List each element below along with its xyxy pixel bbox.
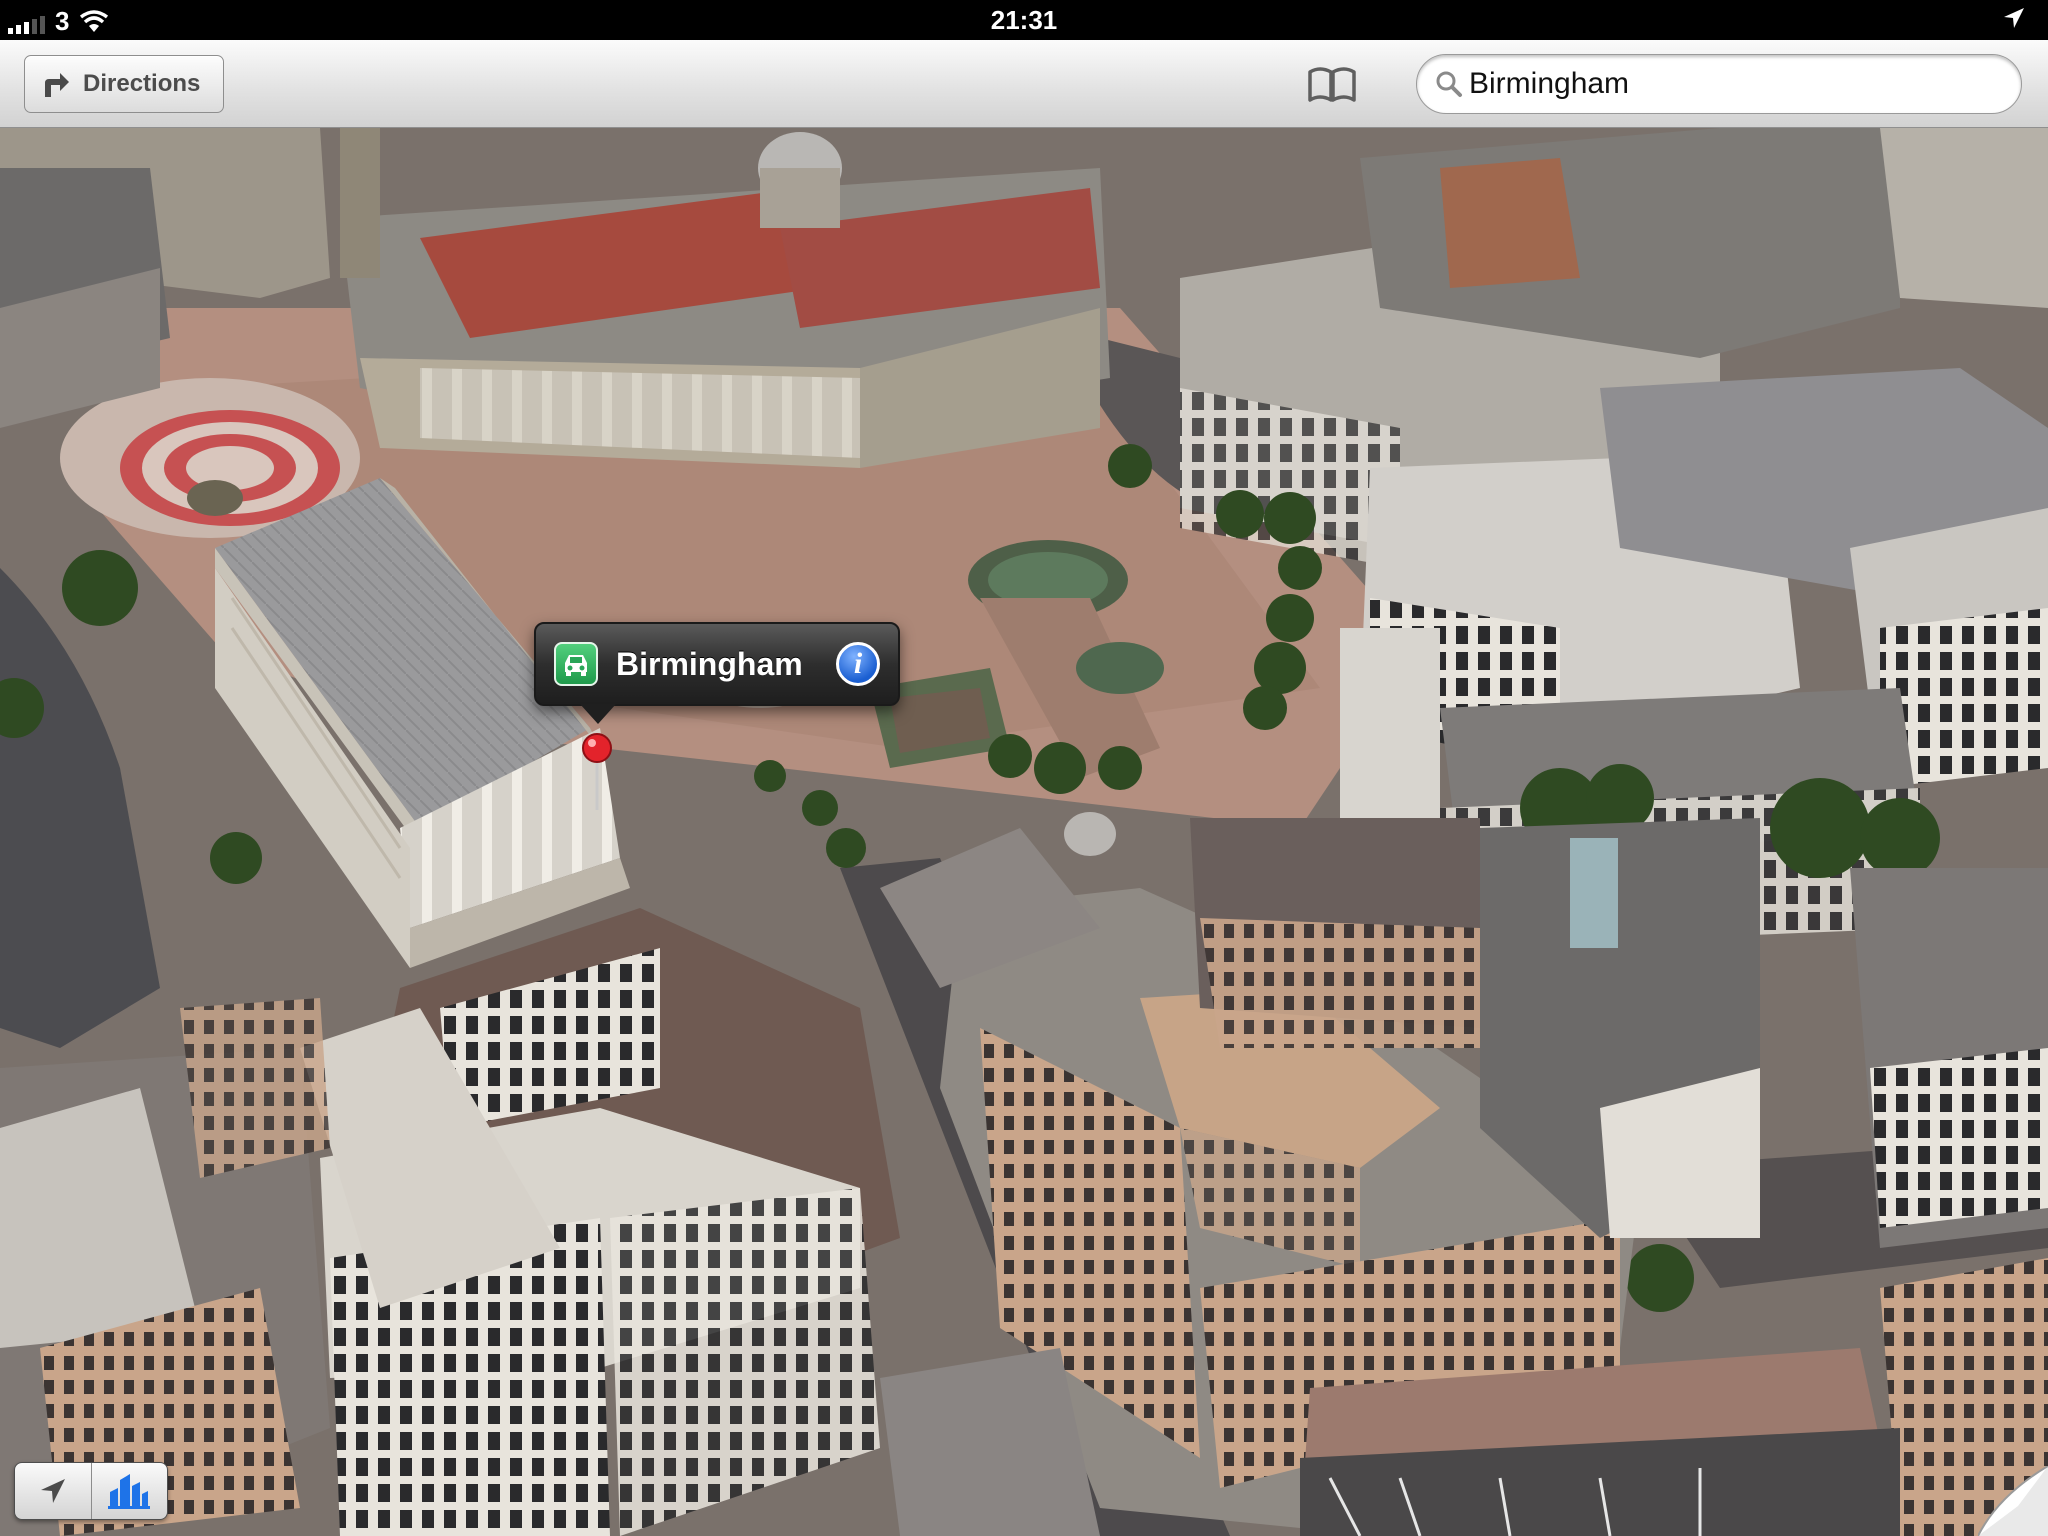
location-arrow-icon [40, 1479, 65, 1503]
directions-label: Directions [83, 70, 201, 97]
location-arrow-icon [2004, 8, 2024, 28]
map-mode-control [14, 1462, 168, 1520]
book-icon[interactable] [1306, 64, 1358, 104]
3d-view-button[interactable] [90, 1463, 168, 1519]
status-time: 21:31 [990, 5, 1058, 35]
map-view[interactable]: Birmingham i [0, 128, 2048, 1536]
directions-button[interactable]: Directions [24, 55, 224, 113]
magnifier-icon [1436, 71, 1462, 97]
status-right [2002, 6, 2026, 37]
callout-title: Birmingham [616, 645, 803, 682]
buildings-3d-icon [108, 1474, 151, 1509]
map-3d-flyover[interactable] [0, 128, 2048, 1536]
turn-arrow-icon [45, 73, 69, 97]
car-icon[interactable] [554, 642, 598, 686]
search-field[interactable] [1416, 54, 2022, 114]
page-curl-icon[interactable] [1978, 1466, 2048, 1536]
info-icon[interactable]: i [836, 642, 880, 686]
track-location-button[interactable] [15, 1463, 91, 1519]
status-bar: 3 21:31 [0, 0, 2048, 40]
map-pin-icon[interactable] [578, 732, 616, 812]
toolbar: Directions [0, 40, 2048, 128]
search-input[interactable] [1469, 67, 1989, 101]
place-callout[interactable]: Birmingham i [534, 622, 900, 724]
